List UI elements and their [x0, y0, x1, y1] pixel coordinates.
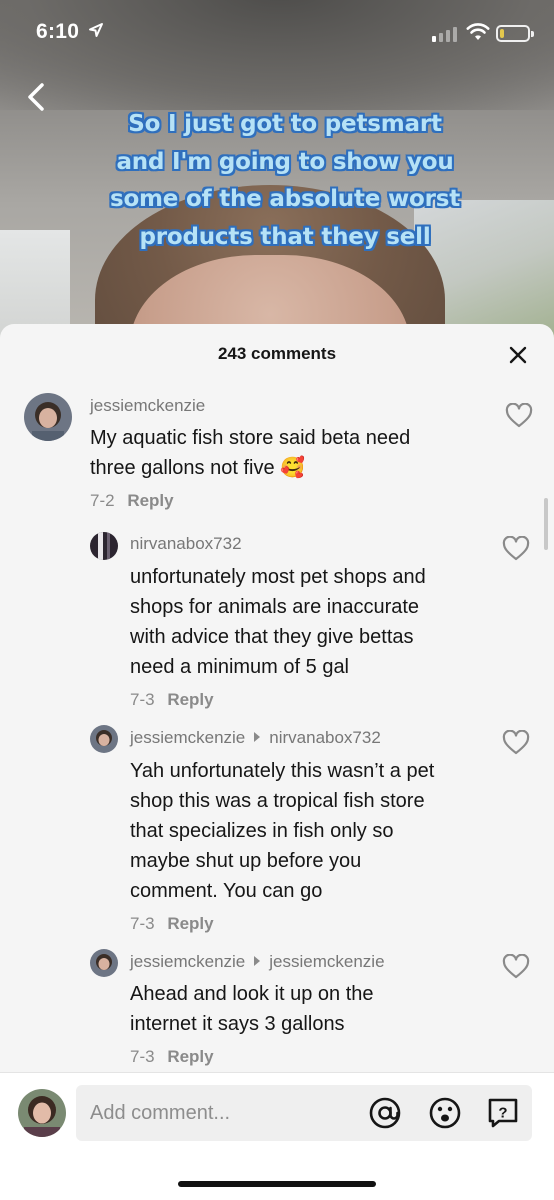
like-heart-icon[interactable]	[502, 536, 530, 562]
status-bar: 6:10	[0, 0, 554, 64]
reply-to-username[interactable]: nirvanabox732	[269, 728, 381, 747]
comment-text: Ahead and look it up on the internet it …	[130, 983, 374, 1035]
wifi-icon	[466, 23, 490, 40]
caption-line: and I'm going to show you	[116, 148, 454, 175]
caption-line: So I just got to petsmart	[128, 111, 442, 137]
reply-button[interactable]: Reply	[167, 1047, 213, 1066]
caption-line: some of the absolute worst	[109, 186, 461, 212]
comment-date: 7-3	[130, 690, 155, 709]
at-mention-icon[interactable]	[368, 1096, 402, 1130]
location-arrow-icon	[89, 23, 103, 37]
comment-text: My aquatic fish store said beta need thr…	[90, 427, 411, 479]
question-icon[interactable]: ?	[486, 1096, 520, 1130]
reply-button[interactable]: Reply	[127, 491, 173, 510]
like-heart-icon[interactable]	[505, 403, 533, 429]
avatar[interactable]	[90, 532, 118, 560]
reply-to-username[interactable]: jessiemckenzie	[269, 952, 384, 971]
comment-text: unfortunately most pet shops and shops f…	[130, 566, 426, 678]
avatar[interactable]	[24, 393, 72, 441]
video-caption: So I just got to petsmart and I'm going …	[60, 106, 510, 256]
avatar[interactable]	[90, 949, 118, 977]
my-avatar	[18, 1089, 66, 1137]
comment-input-bar: ?	[0, 1073, 554, 1200]
comment-date: 7-3	[130, 914, 155, 933]
comment-meta: 7-3 Reply	[130, 1047, 214, 1067]
comments-sheet: 243 comments jessiemckenzie My aquatic f…	[0, 324, 554, 1200]
close-icon[interactable]	[507, 344, 529, 366]
battery-level	[500, 29, 504, 38]
reply-arrow-icon	[254, 732, 261, 742]
reply-button[interactable]: Reply	[167, 914, 213, 933]
like-heart-icon[interactable]	[502, 954, 530, 980]
battery-icon	[496, 25, 534, 42]
cellular-signal-icon	[432, 27, 457, 42]
svg-text:?: ?	[498, 1105, 507, 1122]
comment-username[interactable]: jessiemckenzie	[90, 396, 205, 416]
reply-arrow-icon	[254, 956, 261, 966]
caption-line: products that they sell	[139, 223, 431, 250]
avatar[interactable]	[90, 725, 118, 753]
status-time: 6:10	[36, 20, 80, 43]
comment-input-box[interactable]: ?	[76, 1085, 532, 1141]
like-heart-icon[interactable]	[502, 730, 530, 756]
back-chevron-icon[interactable]	[22, 80, 52, 114]
comment-date: 7-2	[90, 491, 115, 510]
comment-username[interactable]: nirvanabox732	[130, 534, 242, 554]
emoji-icon[interactable]	[428, 1096, 462, 1130]
comment-meta: 7-3 Reply	[130, 914, 214, 934]
comment-username[interactable]: jessiemckenzie nirvanabox732	[130, 728, 381, 748]
home-indicator[interactable]	[178, 1181, 376, 1187]
comment-meta: 7-3 Reply	[130, 690, 214, 710]
scrollbar[interactable]	[544, 498, 548, 550]
comment-date: 7-3	[130, 1047, 155, 1066]
comments-count-title: 243 comments	[217, 344, 337, 363]
add-comment-input[interactable]	[90, 1085, 370, 1141]
comment-meta: 7-2 Reply	[90, 491, 174, 511]
comment-text: Yah unfortunately this wasn’t a pet shop…	[130, 760, 435, 902]
reply-button[interactable]: Reply	[167, 690, 213, 709]
comment-username[interactable]: jessiemckenzie jessiemckenzie	[130, 952, 385, 972]
